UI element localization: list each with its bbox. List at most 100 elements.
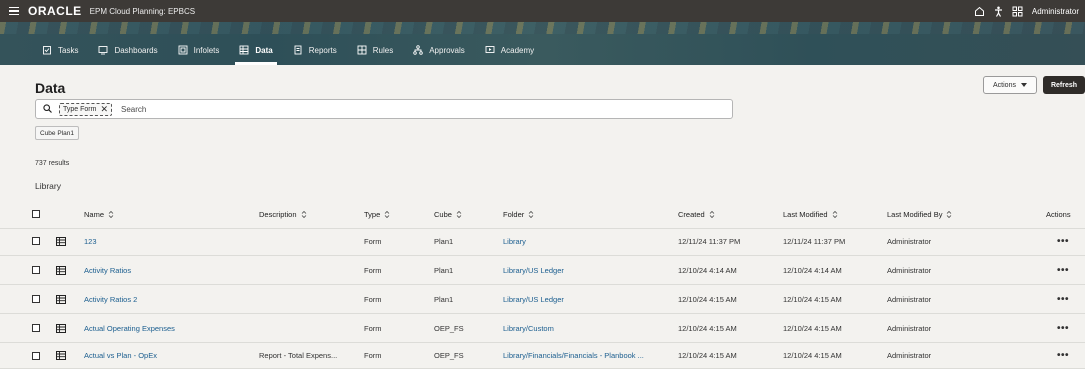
academy-icon	[485, 45, 495, 55]
row-folder-link[interactable]: Library/US Ledger	[503, 256, 564, 284]
table-header-row: Name Description Type Cube Folder Create…	[0, 200, 1085, 229]
row-last-modified: 12/10/24 4:14 AM	[783, 265, 842, 275]
home-icon[interactable]	[974, 6, 985, 17]
rules-icon	[357, 45, 367, 55]
column-header-description[interactable]: Description	[259, 200, 307, 228]
row-folder-link[interactable]: Library	[503, 227, 526, 255]
sort-icon	[301, 210, 307, 218]
search-icon	[43, 103, 52, 115]
column-header-last-modified[interactable]: Last Modified	[783, 200, 838, 228]
hamburger-menu-icon[interactable]	[9, 6, 19, 16]
column-header-created[interactable]: Created	[678, 200, 715, 228]
column-header-name[interactable]: Name	[84, 200, 114, 228]
table-row[interactable]: Activity Ratios 2 Form Plan1 Library/US …	[0, 285, 1085, 314]
row-type: Form	[364, 351, 382, 360]
row-created: 12/10/24 4:15 AM	[678, 323, 737, 333]
column-header-last-modified-by[interactable]: Last Modified By	[887, 200, 952, 228]
table-row[interactable]: 123 Form Plan1 Library 12/11/24 11:37 PM…	[0, 227, 1085, 256]
tab-label: Infolets	[193, 45, 220, 55]
column-header-cube[interactable]: Cube	[434, 200, 462, 228]
search-input[interactable]	[121, 104, 621, 114]
row-folder-link[interactable]: Library/US Ledger	[503, 285, 564, 313]
row-name-link[interactable]: Activity Ratios 2	[84, 285, 137, 313]
sort-icon	[108, 210, 114, 218]
approvals-icon	[413, 45, 423, 55]
row-actions-menu[interactable]: •••	[1057, 256, 1069, 284]
sort-icon	[528, 210, 534, 218]
row-name-link[interactable]: 123	[84, 227, 97, 255]
row-checkbox[interactable]	[32, 324, 40, 332]
navigation-strip: Tasks Dashboards Infolets Data Reports R…	[0, 22, 1085, 65]
results-count: 737 results	[35, 160, 70, 167]
row-type: Form	[364, 265, 382, 275]
select-all-checkbox[interactable]	[32, 210, 40, 218]
row-checkbox[interactable]	[32, 295, 40, 303]
tab-label: Academy	[500, 45, 535, 55]
column-header-folder[interactable]: Folder	[503, 200, 534, 228]
table-row[interactable]: Actual Operating Expenses Form OEP_FS Li…	[0, 314, 1085, 343]
tab-reports[interactable]: Reports	[283, 35, 347, 65]
tab-data[interactable]: Data	[229, 35, 282, 65]
row-cube: OEP_FS	[434, 323, 464, 333]
row-name-link[interactable]: Actual vs Plan - OpEx	[84, 343, 157, 368]
type-filter-chip[interactable]: Type Form ✕	[59, 102, 112, 116]
close-icon[interactable]: ✕	[100, 104, 108, 114]
dashboards-icon	[98, 45, 108, 55]
data-icon	[239, 45, 249, 55]
row-cube: Plan1	[434, 236, 454, 246]
row-name-link[interactable]: Activity Ratios	[84, 256, 131, 284]
row-type: Form	[364, 323, 382, 333]
row-last-modified-by: Administrator	[887, 236, 932, 246]
row-actions-menu[interactable]: •••	[1057, 314, 1069, 342]
refresh-button[interactable]: Refresh	[1043, 76, 1085, 94]
row-actions-menu[interactable]: •••	[1057, 285, 1069, 313]
tab-dashboards[interactable]: Dashboards	[88, 35, 167, 65]
accessibility-icon[interactable]	[994, 6, 1003, 17]
search-bar[interactable]: Type Form ✕	[35, 99, 733, 119]
row-name-link[interactable]: Actual Operating Expenses	[84, 314, 175, 342]
column-header-actions: Actions	[1046, 209, 1071, 219]
row-checkbox[interactable]	[32, 237, 40, 245]
navigator-grid-icon[interactable]	[1012, 6, 1023, 17]
row-last-modified-by: Administrator	[887, 351, 932, 360]
tab-label: Data	[255, 45, 273, 55]
row-type: Form	[364, 294, 382, 304]
row-last-modified: 12/11/24 11:37 PM	[783, 236, 846, 246]
tab-infolets[interactable]: Infolets	[168, 35, 230, 65]
sort-icon	[946, 210, 952, 218]
row-cube: OEP_FS	[434, 351, 464, 360]
row-folder-link[interactable]: Library/Financials/Financials - Planbook…	[503, 343, 644, 368]
cube-filter-chip[interactable]: Cube Plan1	[35, 126, 79, 140]
sort-icon	[709, 210, 715, 218]
row-actions-menu[interactable]: •••	[1057, 227, 1069, 255]
row-created: 12/11/24 11:37 PM	[678, 236, 741, 246]
row-checkbox[interactable]	[32, 351, 40, 360]
library-label: Library	[35, 181, 61, 191]
tab-academy[interactable]: Academy	[475, 35, 544, 65]
row-last-modified: 12/10/24 4:15 AM	[783, 323, 842, 333]
tab-rules[interactable]: Rules	[347, 35, 403, 65]
actions-dropdown-button[interactable]: Actions	[983, 76, 1037, 94]
top-bar: ORACLE EPM Cloud Planning: EPBCS Adminis…	[0, 0, 1085, 22]
row-created: 12/10/24 4:15 AM	[678, 294, 737, 304]
table-row[interactable]: Actual vs Plan - OpEx Report - Total Exp…	[0, 343, 1085, 369]
row-last-modified: 12/10/24 4:15 AM	[783, 294, 842, 304]
row-last-modified: 12/10/24 4:15 AM	[783, 351, 842, 360]
form-icon	[56, 256, 66, 284]
tab-tasks[interactable]: Tasks	[32, 35, 88, 65]
reports-icon	[293, 45, 303, 55]
tab-label: Approvals	[429, 45, 465, 55]
row-actions-menu[interactable]: •••	[1057, 343, 1069, 368]
infolets-icon	[178, 45, 188, 55]
row-description: Report - Total Expens...	[259, 351, 338, 360]
column-header-type[interactable]: Type	[364, 200, 390, 228]
caret-down-icon	[1020, 82, 1027, 89]
actions-label: Actions	[993, 81, 1016, 89]
tab-approvals[interactable]: Approvals	[403, 35, 475, 65]
table-row[interactable]: Activity Ratios Form Plan1 Library/US Le…	[0, 256, 1085, 285]
tasks-icon	[42, 45, 52, 55]
row-folder-link[interactable]: Library/Custom	[503, 314, 554, 342]
row-checkbox[interactable]	[32, 266, 40, 274]
user-menu[interactable]: Administrator	[1032, 7, 1079, 16]
tab-label: Rules	[372, 45, 394, 55]
